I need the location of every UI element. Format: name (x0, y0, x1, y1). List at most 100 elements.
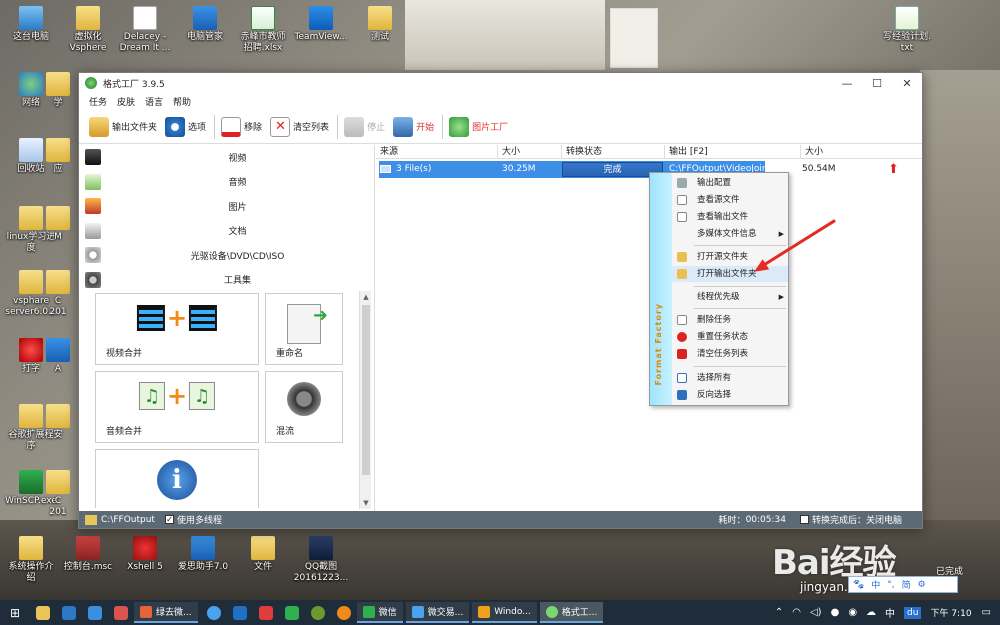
maximize-button[interactable]: ☐ (862, 77, 892, 90)
volume-icon[interactable]: ◁) (810, 607, 822, 618)
desktop-icon-pc-manager[interactable]: 电脑管家 (174, 6, 236, 43)
clear-list-button[interactable]: 清空列表 (270, 116, 329, 137)
baidu-input-icon[interactable]: du (904, 606, 922, 619)
taskbar-app-6[interactable] (227, 600, 253, 625)
menu-item-reset-status[interactable]: 重置任务状态 (672, 329, 788, 345)
desktop-icon-xshell[interactable]: Xshell 5 (114, 536, 176, 573)
notification-center-icon[interactable]: ▭ (982, 607, 991, 618)
taskbar-task-3[interactable]: Windo... (472, 602, 537, 623)
desktop-icon-console[interactable]: 控制台.msc (57, 536, 119, 573)
menu-help[interactable]: 帮助 (173, 95, 191, 108)
menu-item-invert-selection[interactable]: 反向选择 (672, 387, 788, 403)
taskbar-app-9[interactable] (305, 600, 331, 625)
qq-tray-icon[interactable]: ◉ (848, 607, 857, 618)
taskbar-task-2[interactable]: 微交易... (405, 602, 470, 623)
taskbar-app-10[interactable] (331, 600, 357, 625)
tool-rename[interactable]: 重命名 (265, 293, 343, 365)
onedrive-icon[interactable]: ☁ (866, 607, 876, 618)
wifi-icon[interactable]: ◠ (792, 607, 801, 618)
ime-toolbar[interactable]: 🐾 中 °, 简 ⚙ (848, 576, 958, 593)
menu-item-thread-priority[interactable]: 线程优先级 ▶ (672, 289, 788, 305)
ime-settings-icon[interactable]: ⚙ (918, 580, 926, 590)
menu-item-delete-task[interactable]: 删除任务 (672, 312, 788, 328)
menu-item-view-source[interactable]: 查看源文件 (672, 192, 788, 208)
picture-factory-button[interactable]: 图片工厂 (449, 116, 508, 137)
menu-item-open-source-folder[interactable]: 打开源文件夹 (672, 249, 788, 265)
category-video[interactable]: 视频 (79, 145, 374, 170)
minimize-button[interactable]: — (832, 77, 862, 90)
tools-scrollbar[interactable]: ▲ ▼ (359, 291, 371, 509)
close-button[interactable]: ✕ (892, 77, 922, 90)
desktop-icon-xlsx[interactable]: 赤峰市教师 招聘.xlsx (232, 6, 294, 54)
menu-item-media-info[interactable]: 多媒体文件信息 ▶ (672, 226, 788, 242)
desktop-icon-vsphere[interactable]: 虚拟化 Vsphere (57, 6, 119, 54)
taskbar-app-4[interactable] (108, 600, 134, 625)
stop-button[interactable]: 停止 (344, 116, 385, 137)
tool-media-info[interactable]: i (95, 449, 259, 508)
menu-language[interactable]: 语言 (145, 95, 163, 108)
desktop-icon-files[interactable]: 文件 (232, 536, 294, 573)
taskbar-app-explorer[interactable] (30, 600, 56, 625)
menu-item-view-output[interactable]: 查看输出文件 (672, 209, 788, 225)
category-disc[interactable]: 光驱设备\DVD\CD\ISO (79, 243, 374, 268)
ime-mode[interactable]: 中 (871, 578, 880, 591)
output-folder-button[interactable]: 输出文件夹 (89, 116, 157, 137)
title-bar[interactable]: 格式工厂 3.9.5 — ☐ ✕ (79, 73, 922, 93)
taskbar-task-1[interactable]: 微信 (356, 602, 403, 623)
menu-task[interactable]: 任务 (89, 95, 107, 108)
taskbar-app-edge[interactable] (82, 600, 108, 625)
desktop-icon-m[interactable]: M (40, 206, 76, 243)
tool-video-join[interactable]: + 视频合并 (95, 293, 259, 365)
scrollbar-thumb[interactable] (362, 305, 370, 475)
scroll-up-icon[interactable]: ▲ (360, 291, 372, 303)
category-image[interactable]: 图片 (79, 194, 374, 219)
desktop-icon-txt[interactable]: 写经验计划. txt (876, 6, 938, 54)
output-path[interactable]: C:\FFOutput (101, 515, 155, 525)
tool-mux[interactable]: 混流 (265, 371, 343, 443)
category-audio[interactable]: 音频 (79, 170, 374, 195)
wechat-tray-icon[interactable]: ● (831, 607, 840, 618)
tool-audio-join[interactable]: ♫ + ♫ 音频合并 (95, 371, 259, 443)
desktop-icon-study[interactable]: 学 (40, 72, 76, 109)
desktop-icon-c201-b[interactable]: C 201 (40, 470, 76, 518)
taskbar-task-4[interactable]: 格式工... (539, 602, 604, 623)
desktop-icon-a[interactable]: A (40, 338, 76, 375)
start-button[interactable]: ⊞ (0, 600, 30, 625)
taskbar-task-0[interactable]: 绿去微... (134, 602, 198, 623)
options-button[interactable]: 选项 (165, 116, 206, 137)
tray-ime[interactable]: 中 (885, 605, 895, 620)
scroll-down-icon[interactable]: ▼ (360, 497, 372, 509)
ime-paw-icon[interactable]: 🐾 (853, 580, 864, 590)
column-status[interactable]: 转换状态 (562, 145, 665, 158)
column-source[interactable]: 来源 (376, 145, 498, 158)
menu-item-output-config[interactable]: 输出配置 (672, 175, 788, 191)
taskbar-app-7[interactable] (253, 600, 279, 625)
clock[interactable]: 下午 7:10 (930, 606, 971, 619)
desktop-icon-aisi[interactable]: 爱思助手7.0 (172, 536, 234, 573)
desktop-icon-qq-screenshot[interactable]: QQ截图 20161223... (290, 536, 352, 584)
ime-simplified[interactable]: 简 (902, 578, 911, 591)
desktop-icon-teamviewer[interactable]: TeamView... (290, 6, 352, 43)
desktop-icon-this-pc[interactable]: 这台电脑 (0, 6, 62, 43)
desktop-icon-apply[interactable]: 应 (40, 138, 76, 175)
category-tools[interactable]: 工具集 (79, 268, 374, 293)
column-output-size[interactable]: 大小 (801, 145, 922, 158)
desktop-icon-test[interactable]: 测试 (349, 6, 411, 43)
start-button[interactable]: 开始 (393, 116, 434, 137)
desktop-icon-install[interactable]: 安 (40, 404, 76, 441)
column-size[interactable]: 大小 (498, 145, 562, 158)
remove-button[interactable]: 移除 (221, 116, 262, 137)
taskbar-app-8[interactable] (279, 600, 305, 625)
multithread-checkbox[interactable]: ✓ (164, 515, 174, 524)
column-output[interactable]: 输出 [F2] (665, 145, 801, 158)
menu-skin[interactable]: 皮肤 (117, 95, 135, 108)
category-document[interactable]: 文档 (79, 219, 374, 244)
after-convert-checkbox[interactable] (799, 515, 809, 524)
taskbar-app-store[interactable] (56, 600, 82, 625)
desktop-icon-system-intro[interactable]: 系统操作介 绍 (0, 536, 62, 584)
taskbar-app-5[interactable] (201, 600, 227, 625)
desktop-icon-c201-a[interactable]: C 201 (40, 270, 76, 318)
desktop-icon-mp3[interactable]: Delacey - Dream It ... (114, 6, 176, 54)
ime-punct[interactable]: °, (887, 580, 894, 590)
menu-item-clear-tasks[interactable]: 清空任务列表 (672, 346, 788, 362)
